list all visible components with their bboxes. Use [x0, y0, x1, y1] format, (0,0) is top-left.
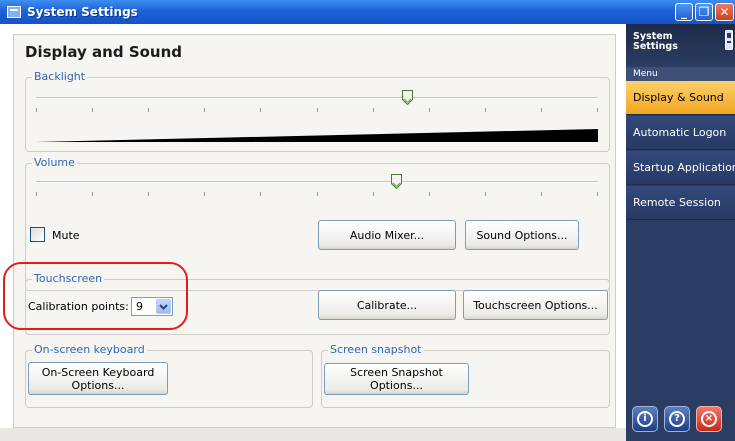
- title-bar: System Settings _ ❐ ✕: [0, 0, 735, 24]
- maximize-button[interactable]: ❐: [695, 3, 713, 21]
- volume-tick: [317, 192, 318, 196]
- volume-tick: [541, 192, 542, 196]
- backlight-ramp: [36, 129, 598, 142]
- keyboard-group: On-screen keyboard On-Screen Keyboard Op…: [25, 343, 313, 408]
- volume-tick: [597, 192, 598, 196]
- mute-checkbox[interactable]: [30, 227, 45, 242]
- backlight-tick: [92, 108, 93, 112]
- backlight-tick: [204, 108, 205, 112]
- sidebar-title: System Settings: [633, 32, 678, 52]
- backlight-tick: [597, 108, 598, 112]
- volume-tick: [260, 192, 261, 196]
- device-icon: [725, 30, 733, 50]
- volume-tick: [485, 192, 486, 196]
- backlight-tick: [148, 108, 149, 112]
- volume-tick: [204, 192, 205, 196]
- backlight-slider[interactable]: [36, 90, 598, 114]
- touchscreen-options-button[interactable]: Touchscreen Options...: [463, 290, 608, 320]
- menu-label: Menu: [626, 67, 735, 81]
- info-icon: i: [637, 411, 653, 427]
- main-pane: Display and Sound Backlight Volume Mute …: [0, 24, 626, 441]
- backlight-tick: [373, 108, 374, 112]
- volume-tick: [92, 192, 93, 196]
- sidebar-title-line2: Settings: [633, 41, 678, 52]
- highlight-annotation: [3, 262, 188, 330]
- mute-label: Mute: [52, 229, 80, 242]
- help-icon: ?: [669, 411, 685, 427]
- sidebar: System Settings Menu Display & Sound Aut…: [626, 24, 735, 441]
- status-strip: [0, 428, 626, 441]
- snapshot-label: Screen snapshot: [328, 343, 424, 356]
- volume-thumb[interactable]: [391, 174, 402, 189]
- help-button[interactable]: ?: [664, 406, 690, 432]
- exit-icon: ×: [701, 411, 717, 427]
- volume-tick: [429, 192, 430, 196]
- close-button[interactable]: ✕: [715, 3, 734, 21]
- sidebar-header: System Settings: [626, 24, 735, 67]
- minimize-button[interactable]: _: [675, 3, 693, 21]
- backlight-tick: [429, 108, 430, 112]
- backlight-tick: [260, 108, 261, 112]
- sidebar-item-display-sound[interactable]: Display & Sound: [626, 81, 735, 115]
- volume-tick: [373, 192, 374, 196]
- sidebar-item-startup-applications[interactable]: Startup Applications: [626, 151, 735, 185]
- info-button[interactable]: i: [632, 406, 658, 432]
- volume-slider[interactable]: [36, 174, 598, 198]
- keyboard-label: On-screen keyboard: [32, 343, 147, 356]
- keyboard-options-line2: Options...: [71, 378, 125, 392]
- snapshot-group: Screen snapshot Screen Snapshot Options.…: [321, 343, 610, 408]
- backlight-tick: [485, 108, 486, 112]
- backlight-tick: [317, 108, 318, 112]
- page-title: Display and Sound: [25, 43, 183, 61]
- volume-tick: [148, 192, 149, 196]
- sound-options-button[interactable]: Sound Options...: [465, 220, 579, 250]
- volume-label: Volume: [32, 156, 77, 169]
- audio-mixer-button[interactable]: Audio Mixer...: [318, 220, 456, 250]
- app-icon: [7, 6, 21, 18]
- sidebar-item-remote-session[interactable]: Remote Session: [626, 186, 735, 220]
- snapshot-options-button[interactable]: Screen Snapshot Options...: [324, 363, 469, 395]
- volume-tick: [36, 192, 37, 196]
- backlight-tick: [541, 108, 542, 112]
- backlight-tick: [36, 108, 37, 112]
- backlight-thumb[interactable]: [402, 90, 413, 105]
- backlight-label: Backlight: [32, 70, 88, 83]
- keyboard-options-line1: On-Screen Keyboard: [41, 365, 155, 379]
- keyboard-options-button[interactable]: On-Screen Keyboard Options...: [28, 362, 168, 395]
- calibrate-button[interactable]: Calibrate...: [318, 290, 456, 320]
- sidebar-item-automatic-logon[interactable]: Automatic Logon: [626, 116, 735, 150]
- backlight-group: Backlight: [25, 70, 610, 152]
- exit-button[interactable]: ×: [696, 406, 722, 432]
- window-title: System Settings: [27, 5, 138, 19]
